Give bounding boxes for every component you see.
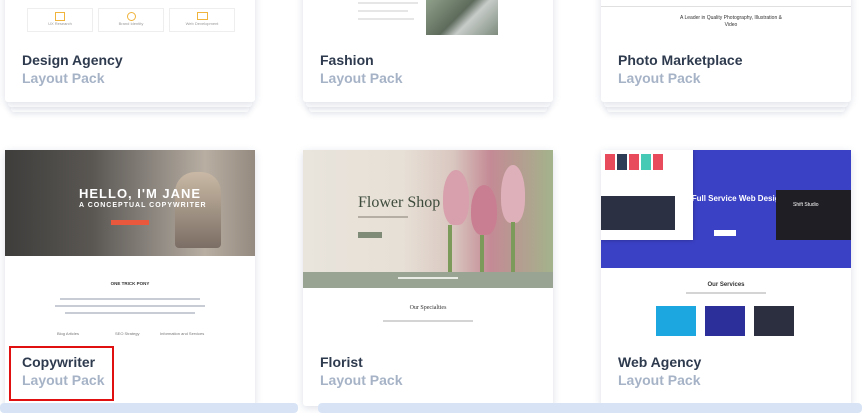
card-subtitle: Layout Pack <box>320 372 403 388</box>
copywriter-preview: HELLO, I'M JANE A CONCEPTUAL COPYWRITER … <box>5 150 255 337</box>
preview-service: Information and Services <box>160 331 205 336</box>
card-title: Web Agency <box>618 354 702 370</box>
layout-card-web-agency[interactable]: Full Service Web Design Agency Shift Stu… <box>601 150 851 406</box>
next-row-edge <box>318 403 862 413</box>
fashion-preview <box>303 0 553 35</box>
preview-hero-title: HELLO, I'M JANE <box>79 186 202 201</box>
card-subtitle: Layout Pack <box>320 70 403 86</box>
preview-brand: Shift Studio <box>793 202 819 208</box>
layout-card-photo-marketplace[interactable]: A Leader in Quality Photography, Illustr… <box>601 0 851 112</box>
card-title: Florist <box>320 354 363 370</box>
selection-highlight <box>9 346 114 401</box>
preview-hero-title: Flower Shop <box>358 194 441 211</box>
next-row-edge <box>0 403 298 413</box>
card-title: Photo Marketplace <box>618 52 743 68</box>
photo-marketplace-preview: A Leader in Quality Photography, Illustr… <box>601 0 851 35</box>
layout-card-design-agency[interactable]: UX Research Brand Identity Web Developme… <box>5 0 255 112</box>
preview-tagline: A Leader in Quality Photography, Illustr… <box>680 15 782 28</box>
web-agency-preview: Full Service Web Design Agency Shift Stu… <box>601 150 851 337</box>
card-subtitle: Layout Pack <box>22 70 105 86</box>
card-subtitle: Layout Pack <box>618 70 701 86</box>
preview-service: Blog Articles <box>57 331 80 336</box>
card-subtitle: Layout Pack <box>618 372 701 388</box>
preview-section-title: Our Services <box>707 282 745 288</box>
feature-label: UX Research <box>48 21 72 26</box>
design-agency-preview: UX Research Brand Identity Web Developme… <box>5 0 255 35</box>
card-title: Fashion <box>320 52 374 68</box>
feature-label: Web Development <box>185 21 219 26</box>
preview-hero-subtitle: A CONCEPTUAL COPYWRITER <box>79 202 207 209</box>
layout-card-florist[interactable]: Flower Shop Our Specialties Florist Layo… <box>303 150 553 406</box>
feature-label: Brand Identity <box>118 21 144 26</box>
preview-section-title: ONE TRICK PONY <box>110 281 150 286</box>
florist-preview: Flower Shop Our Specialties <box>303 150 553 337</box>
preview-service: SEO Strategy <box>115 331 140 336</box>
preview-section-title: Our Specialties <box>409 305 447 311</box>
card-title: Design Agency <box>22 52 123 68</box>
layout-card-fashion[interactable]: Fashion Layout Pack <box>303 0 553 112</box>
